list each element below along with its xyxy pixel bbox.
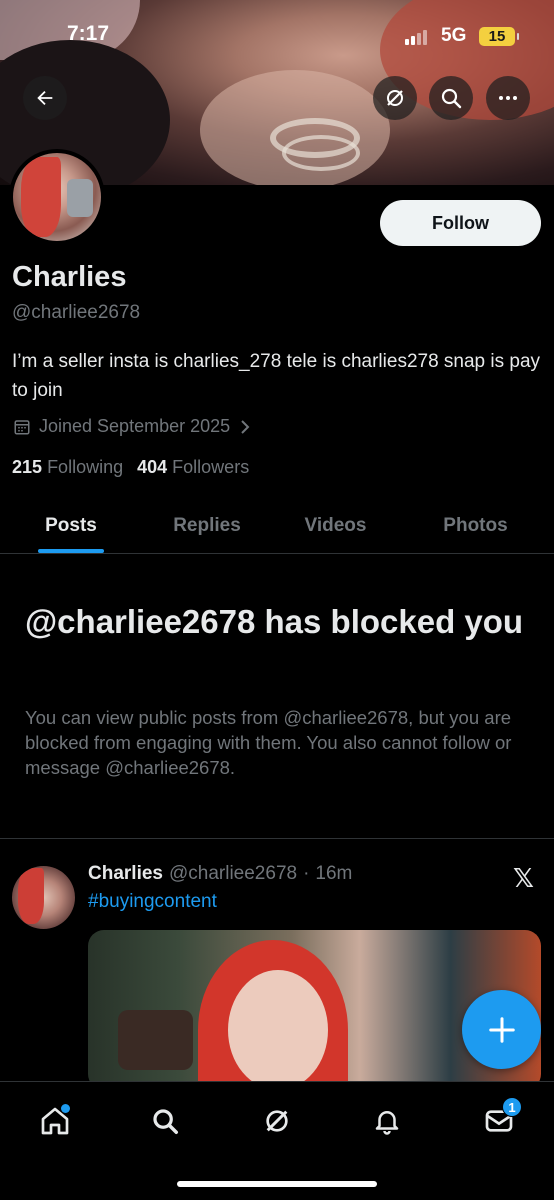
more-button[interactable] [486,76,530,120]
more-icon [499,96,517,100]
post-header: Charlies @charliee2678 · 16m [88,863,352,885]
followers-label: Followers [172,457,250,477]
nav-notifications[interactable] [362,1096,412,1146]
search-button[interactable] [429,76,473,120]
back-arrow-icon [37,90,53,106]
nav-search[interactable] [140,1096,190,1146]
post-hashtag[interactable]: #buyingcontent [88,891,217,913]
profile-tabs: Posts Replies Videos Photos [0,498,554,554]
home-notification-dot [61,1104,70,1113]
following-count: 215 [12,457,43,477]
joined-label: Joined September 2025 [39,416,231,436]
followers-count: 404 [137,457,168,477]
plus-icon [488,1016,515,1043]
tab-photos[interactable]: Photos [428,498,523,553]
blocked-title: @charliee2678 has blocked you [25,603,524,640]
tab-posts[interactable]: Posts [30,498,112,553]
tab-videos[interactable]: Videos [288,498,383,553]
following-label: Following [47,457,124,477]
grok-icon [387,90,403,106]
grok-icon [266,1110,288,1132]
profile-avatar[interactable] [9,149,105,245]
active-tab-indicator [38,549,104,553]
tab-posts-label: Posts [45,514,97,536]
chevron-right-icon [241,419,250,434]
status-bar: 7:17 5G 15 [0,0,554,70]
bell-icon [375,1111,399,1135]
divider [0,838,554,839]
blocked-text: You can view public posts from @charliee… [25,707,512,778]
following-link[interactable]: 215 Following [12,457,123,478]
status-time: 7:17 [67,22,110,45]
search-icon [441,88,462,109]
grok-button[interactable] [373,76,417,120]
follow-stats: 215 Following 404 Followers [12,457,249,478]
x-logo-icon: 𝕏 [513,863,534,893]
network-label: 5G [441,25,467,46]
profile-bio: I’m a seller insta is charlies_278 tele … [12,351,541,401]
tab-replies[interactable]: Replies [157,498,257,553]
post-separator: · [303,863,310,884]
nav-grok[interactable] [252,1096,302,1146]
calendar-icon [14,419,30,434]
search-icon [153,1109,178,1134]
compose-button[interactable] [462,990,541,1069]
profile-name: Charlies [12,261,127,293]
post-avatar[interactable] [12,866,75,929]
nav-messages[interactable]: 1 [474,1096,524,1146]
followers-link[interactable]: 404 Followers [137,457,249,478]
post-author-name[interactable]: Charlies [88,863,163,885]
follow-button[interactable]: Follow [380,200,541,246]
messages-badge: 1 [502,1097,522,1117]
joined-date[interactable]: Joined September 2025 [13,416,252,437]
signal-icon [405,30,427,45]
post-author-handle: @charliee2678 [168,863,298,884]
nav-home[interactable] [30,1096,80,1146]
home-indicator [177,1181,377,1187]
post-time: 16m [315,863,353,884]
back-button[interactable] [23,76,67,120]
battery-indicator: 15 [479,27,519,46]
profile-handle: @charliee2678 [12,302,141,323]
